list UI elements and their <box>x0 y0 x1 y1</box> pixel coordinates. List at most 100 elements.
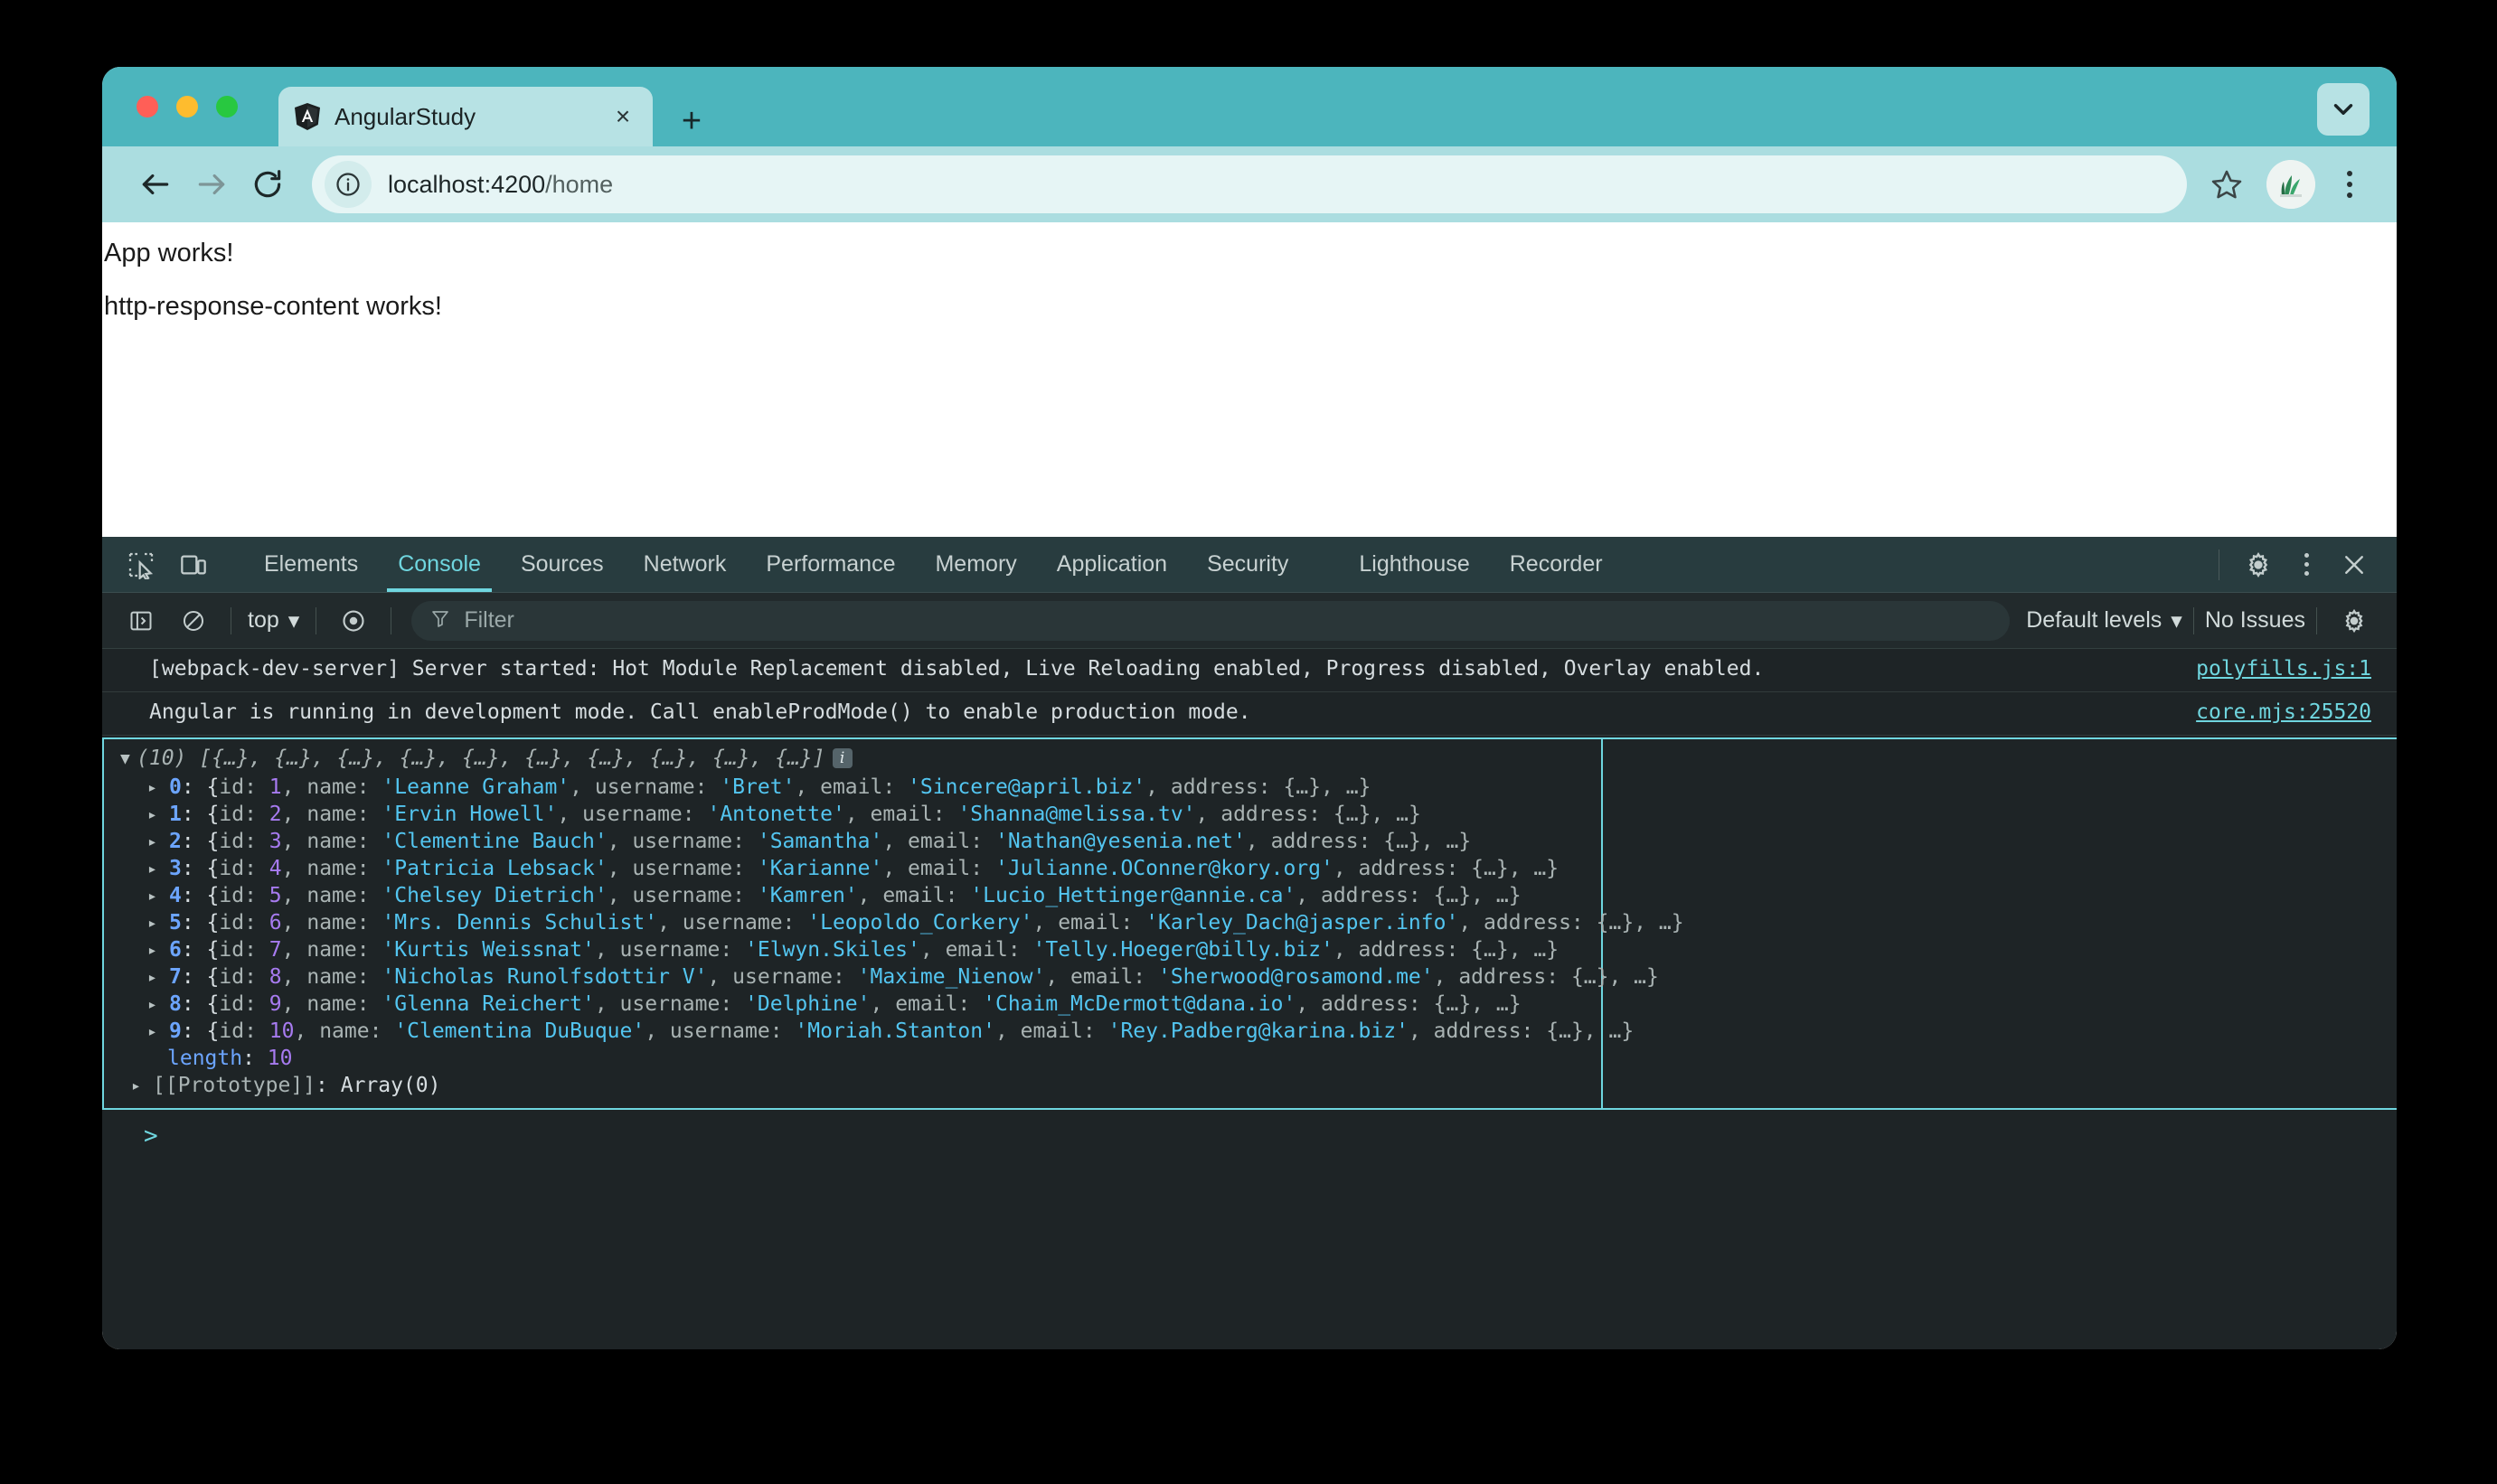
chevron-collapsed-icon[interactable]: ▸ <box>147 805 164 824</box>
console-sidebar-icon[interactable] <box>115 608 167 634</box>
kebab-menu-icon[interactable] <box>2323 152 2377 217</box>
chevron-collapsed-icon[interactable]: ▸ <box>147 1022 164 1041</box>
profile-avatar-icon[interactable] <box>2266 160 2315 209</box>
log-levels-selector[interactable]: Default levels ▾ <box>2026 607 2182 634</box>
eye-icon[interactable] <box>327 607 380 634</box>
item-id: 4 <box>269 857 282 880</box>
item-email: 'Lucio_Hettinger@annie.ca' <box>970 884 1296 907</box>
array-item-row[interactable]: ▸7: {id: 8, name: 'Nicholas Runolfsdotti… <box>104 963 1601 991</box>
tab-application[interactable]: Application <box>1037 537 1187 592</box>
array-preview-text: [{…}, {…}, {…}, {…}, {…}, {…}, {…}, {…},… <box>199 747 824 770</box>
item-username: 'Delphine' <box>745 992 870 1016</box>
console-prompt[interactable]: > <box>102 1110 2397 1150</box>
console-output[interactable]: [webpack-dev-server] Server started: Hot… <box>102 649 2397 1349</box>
tab-elements[interactable]: Elements <box>244 537 378 592</box>
console-toolbar: top ▾ Filter Default levels ▾ <box>102 593 2397 649</box>
tab-console[interactable]: Console <box>378 537 501 592</box>
reload-icon[interactable] <box>240 156 296 212</box>
chevron-collapsed-icon[interactable]: ▸ <box>131 1076 147 1095</box>
minimize-window-button[interactable] <box>176 96 198 117</box>
item-name: 'Mrs. Dennis Schulist' <box>382 911 657 935</box>
console-message-source-link[interactable]: core.mjs:25520 <box>2196 700 2371 724</box>
clear-console-icon[interactable] <box>167 608 220 634</box>
new-tab-button[interactable]: + <box>672 101 711 141</box>
close-window-button[interactable] <box>137 96 158 117</box>
angular-icon <box>293 102 322 131</box>
address-bar[interactable]: localhost:4200/home <box>312 155 2187 213</box>
bookmark-star-icon[interactable] <box>2200 157 2254 211</box>
chevron-collapsed-icon[interactable]: ▸ <box>147 968 164 987</box>
gear-icon[interactable] <box>2328 607 2380 634</box>
tab-performance[interactable]: Performance <box>746 537 915 592</box>
length-value: 10 <box>268 1047 293 1070</box>
item-name: 'Glenna Reichert' <box>382 992 594 1016</box>
filter-input[interactable]: Filter <box>411 601 2010 641</box>
url-host: localhost:4200 <box>388 171 545 198</box>
tab-label: Recorder <box>1510 551 1603 578</box>
forward-arrow-icon[interactable] <box>184 156 240 212</box>
chevron-collapsed-icon[interactable]: ▸ <box>147 887 164 906</box>
chevron-expanded-icon[interactable]: ▼ <box>120 749 137 768</box>
tab-memory[interactable]: Memory <box>915 537 1036 592</box>
prototype-value: Array(0) <box>341 1074 441 1097</box>
tab-label: Network <box>644 551 727 578</box>
array-item-row[interactable]: ▸4: {id: 5, name: 'Chelsey Dietrich', us… <box>104 882 1601 909</box>
info-circle-icon[interactable] <box>325 161 372 208</box>
console-message[interactable]: [webpack-dev-server] Server started: Hot… <box>102 649 2397 692</box>
array-item-row[interactable]: ▸9: {id: 10, name: 'Clementina DuBuque',… <box>104 1018 1601 1045</box>
array-item-row[interactable]: ▸5: {id: 6, name: 'Mrs. Dennis Schulist'… <box>104 909 1601 936</box>
kebab-menu-icon[interactable] <box>2285 543 2328 587</box>
maximize-window-button[interactable] <box>216 96 238 117</box>
issues-counter[interactable]: No Issues <box>2205 607 2305 634</box>
window-controls <box>137 96 238 117</box>
filter-placeholder: Filter <box>464 607 514 634</box>
tab-label: Memory <box>935 551 1016 578</box>
item-id: 7 <box>269 938 282 962</box>
array-item-row[interactable]: ▸6: {id: 7, name: 'Kurtis Weissnat', use… <box>104 936 1601 963</box>
back-arrow-icon[interactable] <box>127 156 184 212</box>
info-badge-icon[interactable]: i <box>833 748 853 768</box>
array-item-row[interactable]: ▸1: {id: 2, name: 'Ervin Howell', userna… <box>104 801 1601 828</box>
prototype-row[interactable]: ▸[[Prototype]]: Array(0) <box>104 1072 1601 1099</box>
devtools-tabbar: Elements Console Sources Network Perform… <box>102 537 2397 593</box>
tab-recorder[interactable]: Recorder <box>1490 537 1623 592</box>
tab-label: Lighthouse <box>1359 551 1469 578</box>
tab-lighthouse[interactable]: Lighthouse <box>1339 537 1489 592</box>
address-bar-text: localhost:4200/home <box>388 171 613 199</box>
array-item-row[interactable]: ▸2: {id: 3, name: 'Clementine Bauch', us… <box>104 828 1601 855</box>
item-name: 'Nicholas Runolfsdottir V' <box>382 965 707 989</box>
tab-security[interactable]: Security <box>1187 537 1308 592</box>
close-icon[interactable]: × <box>608 101 638 132</box>
console-array-group[interactable]: Subscriber.js:91 ▼(10) [{…}, {…}, {…}, {… <box>102 737 2397 1110</box>
tab-label: Application <box>1057 551 1167 578</box>
array-preview-header[interactable]: ▼(10) [{…}, {…}, {…}, {…}, {…}, {…}, {…}… <box>104 745 1601 774</box>
page-viewport: App works! http-response-content works! <box>102 222 2397 537</box>
browser-tab-strip: AngularStudy × + <box>102 67 2397 146</box>
chevron-down-icon[interactable] <box>2317 83 2370 136</box>
chevron-collapsed-icon[interactable]: ▸ <box>147 778 164 797</box>
execution-context-selector[interactable]: top ▾ <box>242 607 305 634</box>
tab-sources[interactable]: Sources <box>501 537 624 592</box>
tab-network[interactable]: Network <box>624 537 747 592</box>
array-item-row[interactable]: ▸8: {id: 9, name: 'Glenna Reichert', use… <box>104 991 1601 1018</box>
console-message[interactable]: Angular is running in development mode. … <box>102 692 2397 736</box>
item-index: 8 <box>169 992 182 1016</box>
chevron-collapsed-icon[interactable]: ▸ <box>147 914 164 933</box>
inspect-element-icon[interactable] <box>115 550 167 579</box>
browser-tab[interactable]: AngularStudy × <box>278 87 653 146</box>
array-item-row[interactable]: ▸3: {id: 4, name: 'Patricia Lebsack', us… <box>104 855 1601 882</box>
array-item-row[interactable]: ▸0: {id: 1, name: 'Leanne Graham', usern… <box>104 774 1601 801</box>
item-name: 'Kurtis Weissnat' <box>382 938 594 962</box>
chevron-collapsed-icon[interactable]: ▸ <box>147 832 164 851</box>
item-email: 'Shanna@melissa.tv' <box>957 803 1195 826</box>
chevron-collapsed-icon[interactable]: ▸ <box>147 859 164 878</box>
chevron-collapsed-icon[interactable]: ▸ <box>147 995 164 1014</box>
item-username: 'Bret' <box>720 775 795 799</box>
close-icon[interactable] <box>2328 551 2380 578</box>
gear-icon[interactable] <box>2232 550 2285 579</box>
browser-toolbar: localhost:4200/home <box>102 146 2397 222</box>
device-toolbar-icon[interactable] <box>167 550 220 579</box>
item-name: 'Leanne Graham' <box>382 775 570 799</box>
console-message-source-link[interactable]: polyfills.js:1 <box>2196 657 2371 681</box>
chevron-collapsed-icon[interactable]: ▸ <box>147 941 164 960</box>
